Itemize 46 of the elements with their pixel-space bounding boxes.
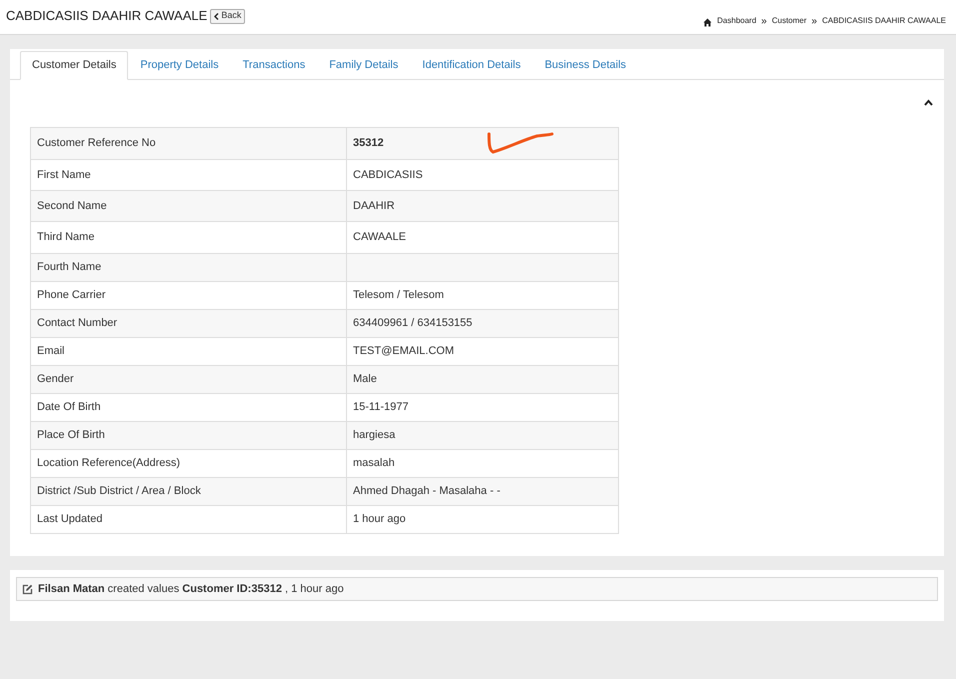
- back-button[interactable]: Back: [210, 8, 246, 24]
- field-value: masalah: [353, 457, 395, 470]
- field-label: Second Name: [37, 200, 107, 212]
- field-label: Fourth Name: [37, 261, 102, 274]
- chevron-up-icon[interactable]: [924, 99, 933, 106]
- home-icon: [703, 18, 712, 27]
- field-value: Telesom / Telesom: [353, 289, 444, 302]
- field-label: Last Updated: [37, 513, 102, 526]
- edit-icon: [22, 584, 33, 594]
- breadcrumb-current: CABDICASIIS DAAHIR CAWAALE: [822, 15, 946, 27]
- tab[interactable]: Identification Details: [410, 51, 533, 79]
- tab[interactable]: Business Details: [532, 51, 638, 79]
- breadcrumb-separator: »: [812, 17, 818, 27]
- field-value: Male: [353, 373, 377, 386]
- field-label: Place Of Birth: [37, 429, 105, 442]
- field-label: Gender: [37, 373, 74, 386]
- field-label: Location Reference(Address): [37, 457, 180, 470]
- field-value: hargiesa: [353, 429, 396, 442]
- chevron-left-icon: [214, 12, 220, 20]
- field-label: Phone Carrier: [37, 289, 106, 302]
- field-value: 634409961 / 634153155: [353, 317, 472, 330]
- annotation-scribble: [487, 130, 554, 154]
- field-label: Email: [37, 345, 65, 358]
- tab[interactable]: Transactions: [230, 51, 318, 79]
- field-value: 15-11-1977: [353, 401, 408, 414]
- field-label: Date Of Birth: [37, 401, 101, 414]
- field-label: Customer Reference No: [37, 137, 156, 150]
- page-title: CABDICASIIS DAAHIR CAWAALE: [6, 7, 208, 26]
- tab[interactable]: Family Details: [317, 51, 410, 79]
- field-label: Contact Number: [37, 317, 118, 330]
- tab[interactable]: Customer Details: [20, 51, 128, 80]
- tab[interactable]: Property Details: [128, 51, 231, 79]
- field-label: Third Name: [37, 231, 94, 244]
- field-value: TEST@EMAIL.COM: [353, 345, 454, 358]
- field-label: District /Sub District / Area / Block: [37, 485, 201, 498]
- field-value: 35312: [353, 137, 384, 150]
- field-label: First Name: [37, 168, 91, 181]
- breadcrumb-link[interactable]: Customer: [772, 15, 807, 27]
- activity-text: Filsan Matan created values Customer ID:35312 , 1 hour ago: [38, 582, 344, 597]
- breadcrumb-link[interactable]: Dashboard: [717, 15, 756, 27]
- field-value: DAAHIR: [353, 200, 395, 212]
- field-value: CABDICASIIS: [353, 168, 423, 181]
- field-value: 1 hour ago: [353, 513, 406, 526]
- field-value: CAWAALE: [353, 231, 406, 244]
- field-value: Ahmed Dhagah - Masalaha - -: [353, 485, 500, 498]
- breadcrumb-separator: »: [761, 17, 767, 27]
